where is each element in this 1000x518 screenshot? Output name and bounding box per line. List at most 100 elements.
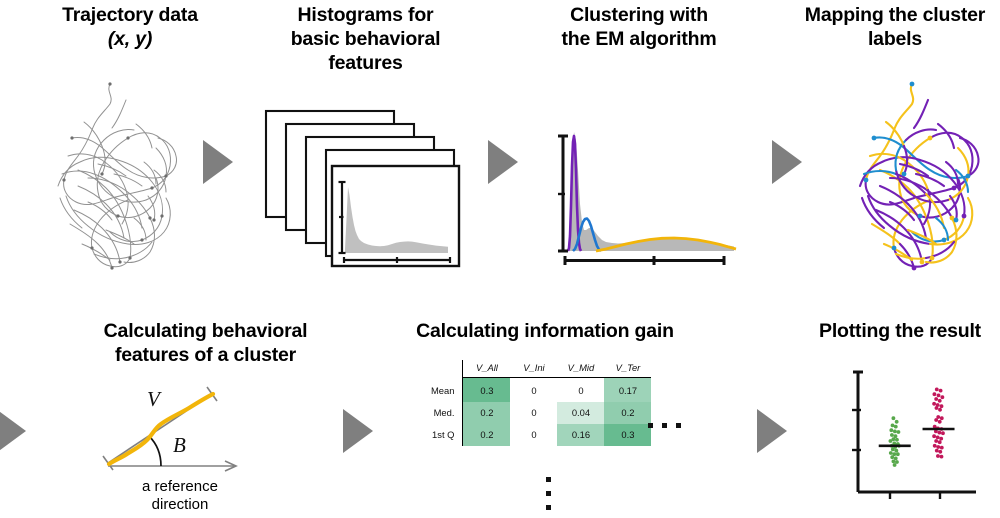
flow-arrow-5 — [343, 409, 373, 453]
data-point — [888, 439, 893, 443]
data-point — [934, 406, 939, 410]
title-line: features of a cluster — [114, 343, 297, 366]
reference-direction-arrow — [108, 460, 238, 472]
reference-direction-caption: a reference direction — [105, 478, 255, 514]
data-point — [894, 419, 899, 424]
data-point — [938, 449, 943, 454]
flow-arrow-2 — [488, 140, 518, 184]
data-point — [938, 407, 942, 412]
table-cell: 0.2 — [604, 401, 652, 424]
data-point — [932, 392, 937, 397]
data-point — [888, 451, 893, 455]
table-row: 1st Q 0.2 0 0.16 0.3 — [428, 423, 652, 446]
result-strip-plot — [848, 362, 998, 510]
row-label: 1st Q — [432, 429, 455, 440]
data-point — [890, 447, 895, 452]
title-line: Plotting the result — [819, 320, 981, 342]
data-point — [896, 430, 901, 434]
data-point — [936, 454, 940, 458]
em-mixture-plot — [556, 118, 737, 273]
data-point — [895, 460, 899, 464]
title-line: Calculating information gain — [416, 320, 674, 342]
strip-axes — [852, 370, 976, 499]
em-mixture-svg — [558, 132, 737, 265]
data-point — [939, 436, 944, 441]
table-cell: 0 — [578, 385, 584, 396]
data-point — [891, 416, 896, 421]
data-point — [934, 448, 939, 453]
raw-trajectory-svg — [57, 82, 177, 270]
step-title-histograms: Histograms for basic behavioral features — [258, 4, 473, 75]
table-row: Mean 0.3 0 0 0.17 — [428, 377, 652, 402]
data-point — [893, 424, 898, 429]
flow-arrow-6 — [757, 409, 787, 453]
data-point — [895, 452, 900, 457]
data-point — [890, 433, 894, 437]
velocity-label: V — [147, 387, 162, 411]
angle-label: B — [173, 433, 186, 457]
data-point — [889, 428, 894, 433]
labeled-trajectory-svg — [858, 81, 980, 271]
step-title-infogain: Calculating information gain — [395, 320, 695, 344]
data-point — [939, 404, 944, 409]
data-point — [937, 419, 942, 424]
title-line: Calculating behavioral — [103, 320, 308, 342]
result-strip-svg — [852, 370, 976, 499]
table-cell: 0 — [531, 429, 537, 440]
table-corner-cell — [428, 360, 463, 378]
trajectory-segment — [106, 391, 216, 467]
title-line: (x, y) — [107, 27, 153, 50]
title-line: labels — [867, 27, 923, 50]
step-title-clustering: Clustering with the EM algorithm — [528, 4, 750, 52]
histogram-stack-svg — [264, 109, 461, 268]
flow-arrow-4 — [0, 409, 26, 453]
title-line: Histograms for — [297, 4, 434, 26]
data-point — [895, 437, 899, 442]
data-point — [936, 393, 941, 398]
data-point — [939, 445, 944, 450]
step-title-plotting: Plotting the result — [800, 320, 1000, 344]
table-header-row: V_All V_Ini V_Mid V_Ter — [428, 360, 652, 378]
caption-line: direction — [151, 496, 209, 513]
data-point — [894, 448, 899, 453]
table-cell: 0 — [531, 407, 537, 418]
data-point — [934, 439, 939, 443]
labeled-trajectory-plot — [845, 78, 995, 273]
table-cell: 0.3 — [604, 423, 652, 446]
feature-angle-diagram: V B — [95, 368, 325, 478]
angle-arc — [148, 435, 162, 467]
table-cell: 0.2 — [462, 423, 511, 446]
data-point — [938, 388, 943, 393]
data-point — [940, 395, 945, 400]
title-line: features — [328, 51, 403, 74]
histogram-card-stack — [262, 103, 474, 271]
table-cell: 0.3 — [462, 377, 511, 402]
column-header: V_Ini — [510, 360, 558, 378]
data-point — [939, 416, 944, 421]
data-point — [891, 459, 896, 464]
data-point — [932, 434, 937, 439]
workflow-figure: Trajectory data (x, y) Histograms for ba… — [0, 0, 1000, 518]
column-header: V_Mid — [557, 360, 605, 378]
table-cell: 0.17 — [604, 377, 652, 402]
data-point — [934, 397, 939, 401]
table-row: Med. 0.2 0 0.04 0.2 — [428, 401, 652, 424]
data-point — [935, 435, 940, 440]
step-title-trajectory: Trajectory data (x, y) — [30, 4, 230, 52]
flow-arrow-3 — [772, 140, 802, 184]
caption-line: a reference — [142, 478, 218, 495]
information-gain-table: V_All V_Ini V_Mid V_Ter Mean 0.3 0 0 0.17 Med… — [428, 360, 652, 446]
table-cell: 0 — [531, 385, 537, 396]
data-point — [939, 454, 944, 459]
data-point — [890, 455, 895, 460]
data-point — [890, 423, 895, 428]
table-ellipsis-vertical — [546, 477, 551, 510]
row-label: Mean — [431, 384, 455, 396]
data-point — [932, 443, 937, 448]
title-line: basic behavioral — [290, 27, 441, 50]
table-cell: 0.04 — [557, 401, 605, 424]
feature-angle-svg: V B — [102, 386, 238, 472]
step-title-mapping: Mapping the cluster labels — [790, 4, 1000, 52]
title-line: the EM algorithm — [561, 27, 717, 50]
data-point — [892, 463, 897, 467]
